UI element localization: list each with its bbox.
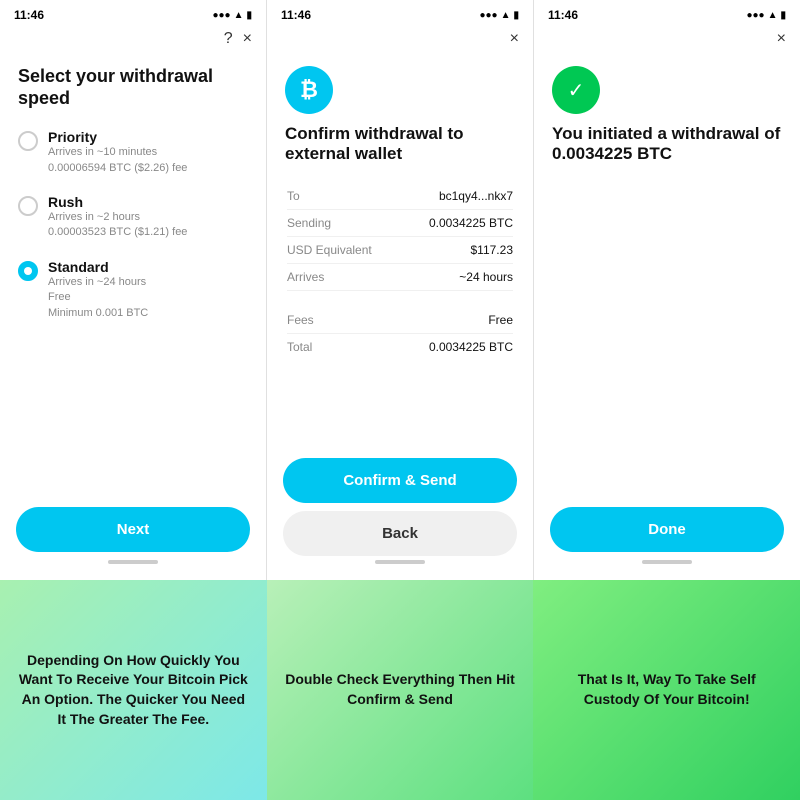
detail-to-label: To <box>287 189 300 203</box>
option-standard-name: Standard <box>48 259 148 275</box>
signal-icon-3: ●●● <box>746 10 764 21</box>
screen1-footer: Next <box>0 497 266 580</box>
detail-usd-label: USD Equivalent <box>287 243 372 257</box>
option-rush-detail2: 0.00003523 BTC ($1.21) fee <box>48 225 187 240</box>
option-rush-detail1: Arrives in ~2 hours <box>48 210 187 225</box>
detail-to: To bc1qy4...nkx7 <box>287 183 513 210</box>
captions-row: Depending On How Quickly You Want To Rec… <box>0 580 800 800</box>
screen1-title: Select your withdrawal speed <box>18 66 248 109</box>
status-time-3: 11:46 <box>548 8 578 22</box>
screen3-footer: Done <box>534 497 800 580</box>
detail-table: To bc1qy4...nkx7 Sending 0.0034225 BTC U… <box>285 181 515 362</box>
next-button[interactable]: Next <box>16 507 250 552</box>
status-icons-3: ●●● ▲ ▮ <box>746 10 786 21</box>
screen-withdrawal-speed: 11:46 ●●● ▲ ▮ ? × Select your withdrawal… <box>0 0 267 580</box>
home-indicator-3 <box>642 560 692 564</box>
confirm-title: Confirm withdrawal to external wallet <box>285 124 515 165</box>
screens-row: 11:46 ●●● ▲ ▮ ? × Select your withdrawal… <box>0 0 800 580</box>
wifi-icon-2: ▲ <box>501 10 511 21</box>
caption-panel-1: Depending On How Quickly You Want To Rec… <box>0 580 267 800</box>
screen-success: 11:46 ●●● ▲ ▮ × ✓ You initiated a withdr… <box>534 0 800 580</box>
caption-text-1: Depending On How Quickly You Want To Rec… <box>16 651 251 729</box>
home-indicator-1 <box>108 560 158 564</box>
detail-sending-value: 0.0034225 BTC <box>429 216 513 230</box>
success-icon-circle: ✓ <box>552 66 600 114</box>
detail-sending: Sending 0.0034225 BTC <box>287 210 513 237</box>
screen1-content: Select your withdrawal speed Priority Ar… <box>0 56 266 497</box>
detail-total-label: Total <box>287 340 312 354</box>
checkmark-icon: ✓ <box>568 78 585 103</box>
screen-confirm: 11:46 ●●● ▲ ▮ × ₿ Confirm withdrawal to … <box>267 0 534 580</box>
confirm-send-button[interactable]: Confirm & Send <box>283 458 517 503</box>
detail-usd-value: $117.23 <box>471 243 514 257</box>
option-standard-detail3: Minimum 0.001 BTC <box>48 306 148 321</box>
detail-arrives: Arrives ~24 hours <box>287 264 513 291</box>
help-icon[interactable]: ? <box>224 30 233 48</box>
detail-usd: USD Equivalent $117.23 <box>287 237 513 264</box>
screen1-header: ? × <box>0 26 266 56</box>
caption-panel-3: That Is It, Way To Take Self Custody Of … <box>533 580 800 800</box>
detail-sending-label: Sending <box>287 216 331 230</box>
screen3-content: ✓ You initiated a withdrawal of 0.003422… <box>534 56 800 497</box>
bitcoin-icon-circle: ₿ <box>285 66 333 114</box>
home-indicator-2 <box>375 560 425 564</box>
wifi-icon: ▲ <box>234 10 244 21</box>
option-priority[interactable]: Priority Arrives in ~10 minutes 0.000065… <box>18 129 248 176</box>
option-rush[interactable]: Rush Arrives in ~2 hours 0.00003523 BTC … <box>18 194 248 241</box>
close-icon-2[interactable]: × <box>510 30 519 48</box>
status-bar-1: 11:46 ●●● ▲ ▮ <box>0 0 266 26</box>
detail-fees-value: Free <box>488 313 513 327</box>
caption-panel-2: Double Check Everything Then Hit Confirm… <box>267 580 534 800</box>
battery-icon-3: ▮ <box>780 10 786 21</box>
status-bar-3: 11:46 ●●● ▲ ▮ <box>534 0 800 26</box>
battery-icon-2: ▮ <box>513 10 519 21</box>
back-button[interactable]: Back <box>283 511 517 556</box>
detail-to-value: bc1qy4...nkx7 <box>439 189 513 203</box>
screen2-header: × <box>267 26 533 56</box>
detail-arrives-label: Arrives <box>287 270 324 284</box>
close-icon-1[interactable]: × <box>243 30 252 48</box>
screen3-header: × <box>534 26 800 56</box>
option-standard-detail2: Free <box>48 290 148 305</box>
option-standard[interactable]: Standard Arrives in ~24 hours Free Minim… <box>18 259 248 321</box>
done-button[interactable]: Done <box>550 507 784 552</box>
signal-icon-2: ●●● <box>479 10 497 21</box>
screen2-content: ₿ Confirm withdrawal to external wallet … <box>267 56 533 448</box>
radio-standard[interactable] <box>18 261 38 281</box>
signal-icon: ●●● <box>212 10 230 21</box>
caption-text-2: Double Check Everything Then Hit Confirm… <box>283 670 518 709</box>
detail-total-value: 0.0034225 BTC <box>429 340 513 354</box>
bitcoin-letter: ₿ <box>300 77 318 103</box>
detail-fees-label: Fees <box>287 313 314 327</box>
detail-fees: Fees Free <box>287 307 513 334</box>
status-time-1: 11:46 <box>14 8 44 22</box>
option-rush-name: Rush <box>48 194 187 210</box>
detail-total: Total 0.0034225 BTC <box>287 334 513 360</box>
status-icons-2: ●●● ▲ ▮ <box>479 10 519 21</box>
screen2-footer: Confirm & Send Back <box>267 448 533 580</box>
radio-rush[interactable] <box>18 196 38 216</box>
success-title: You initiated a withdrawal of 0.0034225 … <box>552 124 782 165</box>
detail-arrives-value: ~24 hours <box>459 270 513 284</box>
option-priority-detail2: 0.00006594 BTC ($2.26) fee <box>48 161 187 176</box>
status-icons-1: ●●● ▲ ▮ <box>212 10 252 21</box>
option-priority-detail1: Arrives in ~10 minutes <box>48 145 187 160</box>
status-time-2: 11:46 <box>281 8 311 22</box>
radio-priority[interactable] <box>18 131 38 151</box>
status-bar-2: 11:46 ●●● ▲ ▮ <box>267 0 533 26</box>
battery-icon: ▮ <box>246 10 252 21</box>
close-icon-3[interactable]: × <box>777 30 786 48</box>
caption-text-3: That Is It, Way To Take Self Custody Of … <box>549 670 784 709</box>
wifi-icon-3: ▲ <box>768 10 778 21</box>
option-priority-name: Priority <box>48 129 187 145</box>
option-standard-detail1: Arrives in ~24 hours <box>48 275 148 290</box>
